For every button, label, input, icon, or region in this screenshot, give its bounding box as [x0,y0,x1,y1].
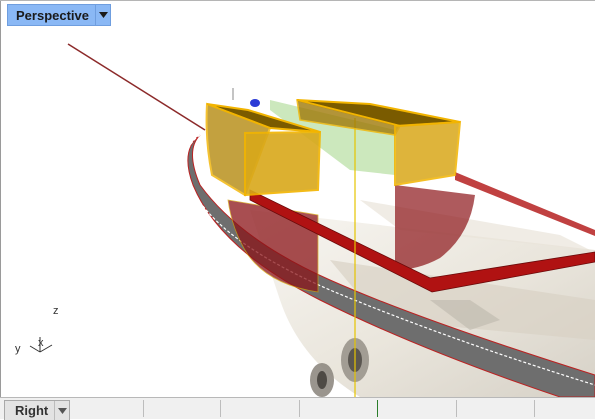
viewport-title[interactable]: Perspective [7,4,95,26]
axis-label-x: x [38,337,44,349]
viewport-menu-button[interactable] [95,4,111,26]
tab-right-label[interactable]: Right [5,401,54,420]
axis-label-y: y [15,343,21,355]
ruler-tick-active [377,400,378,417]
tab-right[interactable]: Right [4,400,71,420]
mast-base [250,99,260,107]
axis-label-z: z [53,305,59,317]
ruler-tick [534,400,535,417]
viewport-title-tab[interactable]: Perspective [7,4,111,26]
chevron-down-icon [98,12,108,18]
tab-right-menu-button[interactable] [54,401,69,420]
viewport-tab-bar: Right [0,397,595,420]
bowsprit-line [67,43,206,131]
ruler-tick [299,400,300,417]
ruler-tick [456,400,457,417]
ruler-tick [143,400,144,417]
model-scene[interactable]: z x y [0,0,595,397]
chevron-down-icon [57,407,67,414]
ruler-tick [220,400,221,417]
axis-triad: z x y [15,305,59,355]
perspective-viewport[interactable]: z x y Perspective [0,0,595,397]
